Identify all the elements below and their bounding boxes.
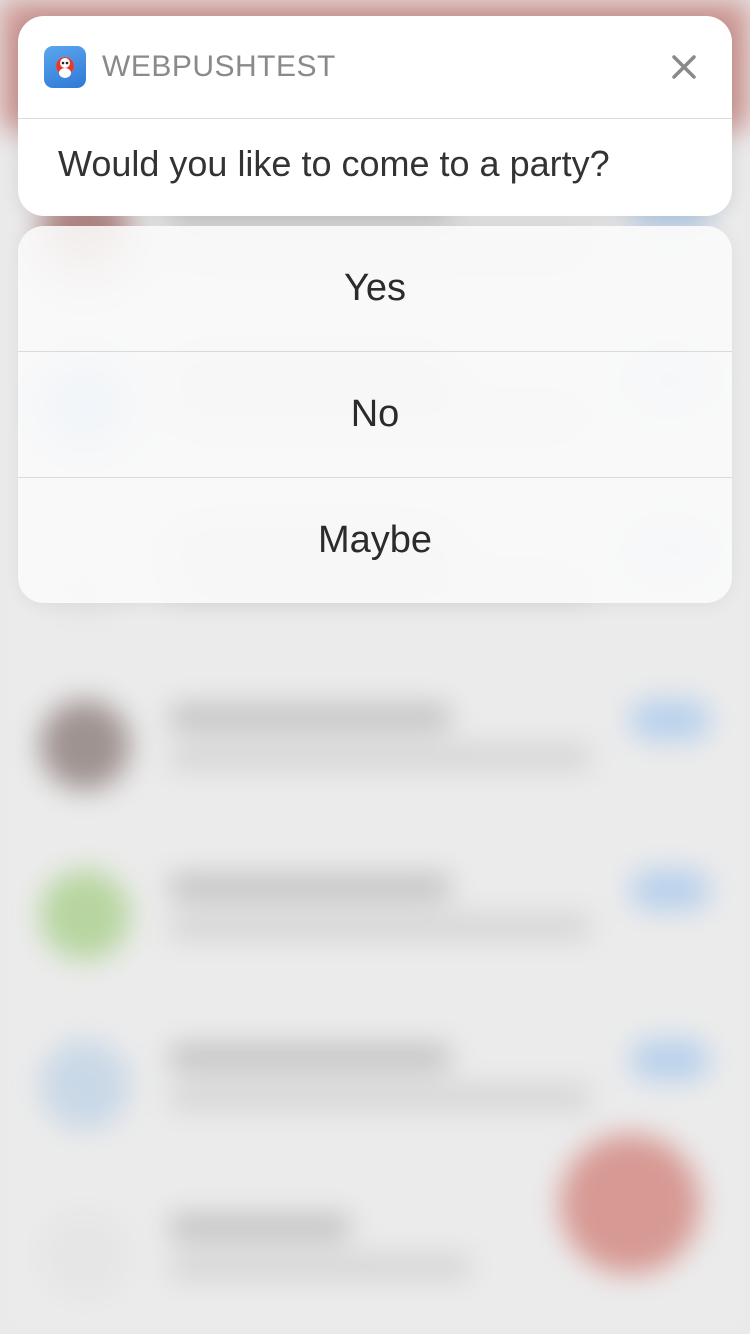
close-button[interactable] xyxy=(662,45,706,89)
notification-body: Would you like to come to a party? xyxy=(18,119,732,216)
push-notification-card: WEBPUSHTEST Would you like to come to a … xyxy=(18,16,732,216)
notification-message: Would you like to come to a party? xyxy=(58,141,692,186)
action-no-button[interactable]: No xyxy=(18,351,732,477)
app-icon xyxy=(44,46,86,88)
notification-actions: Yes No Maybe xyxy=(18,226,732,603)
action-maybe-button[interactable]: Maybe xyxy=(18,477,732,603)
notification-header: WEBPUSHTEST xyxy=(18,16,732,119)
notification-app-name: WEBPUSHTEST xyxy=(102,50,662,84)
close-icon xyxy=(669,52,699,82)
action-yes-button[interactable]: Yes xyxy=(18,226,732,351)
